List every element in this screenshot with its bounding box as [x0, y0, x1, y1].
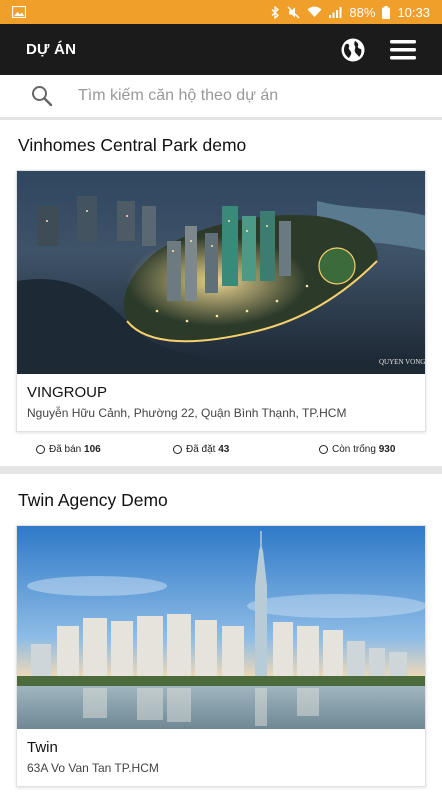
search-icon[interactable] [30, 84, 54, 108]
stat-booked-value: 43 [218, 443, 230, 455]
project-image: QUYEN VONG [17, 171, 425, 374]
section-divider [0, 466, 442, 474]
stat-booked: Đã đặt 43 [173, 444, 229, 455]
project-title: Twin Agency Demo [18, 490, 168, 510]
stat-available: Còn trống 930 [319, 444, 395, 455]
stat-booked-label: Đã đặt [186, 443, 216, 455]
project-info: Twin 63A Vo Van Tan TP.HCM [17, 739, 425, 775]
stat-sold-label: Đã bán [49, 443, 82, 455]
project-info: VINGROUP Nguyễn Hữu Cảnh, Phường 22, Quậ… [17, 384, 425, 420]
status-dot-icon [36, 444, 45, 454]
search-input[interactable] [78, 87, 378, 105]
stat-sold-value: 106 [84, 443, 101, 455]
developer-name: Twin [27, 739, 58, 756]
stat-available-value: 930 [378, 443, 396, 455]
project-card-twin[interactable]: Twin Agency Demo Twin 63A Vo Van Tan TP.… [0, 477, 442, 800]
bluetooth-icon [271, 5, 280, 19]
hamburger-menu-icon [390, 39, 416, 59]
battery-icon [382, 5, 391, 19]
app-bar: DỰ ÁN [0, 24, 442, 75]
project-address: 63A Vo Van Tan TP.HCM [27, 761, 159, 775]
status-dot-icon [173, 444, 182, 454]
signal-icon [329, 7, 342, 18]
wifi-icon [307, 6, 322, 18]
developer-name: VINGROUP [27, 384, 108, 401]
stat-available-label: Còn trống [332, 443, 376, 455]
project-image [17, 526, 425, 729]
page-title: DỰ ÁN [26, 41, 77, 58]
search-bar [0, 75, 442, 120]
project-title: Vinhomes Central Park demo [18, 135, 247, 155]
project-card[interactable]: QUYEN VONG VINGROUP Nguyễn Hữu Cảnh, Phư… [16, 170, 426, 432]
clock: 10:33 [397, 4, 430, 20]
project-address: Nguyễn Hữu Cảnh, Phường 22, Quận Bình Th… [27, 406, 347, 420]
status-dot-icon [319, 444, 328, 454]
project-card[interactable]: Twin 63A Vo Van Tan TP.HCM [16, 525, 426, 787]
gallery-notification-icon [12, 6, 26, 18]
project-card-vinhomes[interactable]: Vinhomes Central Park demo QUYEN VONG VI… [0, 123, 442, 463]
menu-button[interactable] [378, 24, 428, 75]
globe-icon [341, 38, 365, 61]
image-watermark: QUYEN VONG [379, 358, 425, 366]
mute-icon [287, 6, 300, 18]
stat-sold: Đã bán 106 [36, 444, 101, 455]
project-stats: Đã bán 106 Đã đặt 43 Còn trống 930 [0, 439, 442, 459]
language-button[interactable] [328, 24, 378, 75]
status-bar: 88% 10:33 [0, 0, 442, 24]
battery-percentage: 88% [349, 4, 376, 20]
